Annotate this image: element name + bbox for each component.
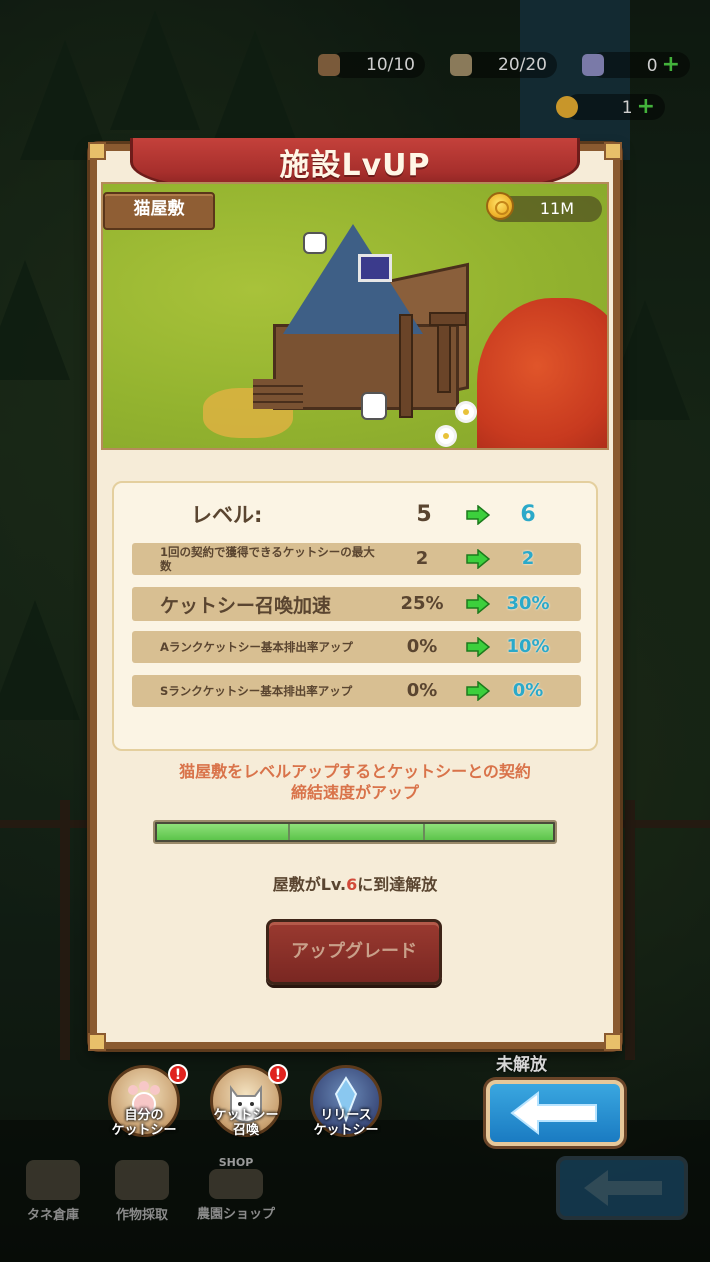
shop-sign: SHOP bbox=[218, 1156, 254, 1169]
left-arrow-icon bbox=[510, 1090, 597, 1136]
frame-corner bbox=[604, 142, 622, 160]
dialog-title: 施設LvUP bbox=[279, 148, 431, 183]
description-line: 猫屋敷をレベルアップするとケットシーとの契約 bbox=[179, 762, 531, 781]
stat-row: 1回の契約で獲得できるケットシーの最大数 2 2 bbox=[132, 543, 581, 575]
requirement-suffix: に到達解放 bbox=[357, 875, 438, 894]
seed-storage-tab[interactable]: タネ倉庫 bbox=[18, 1160, 88, 1223]
wood-value: 10/10 bbox=[366, 55, 415, 75]
scratching-post bbox=[437, 319, 451, 393]
alert-badge: ! bbox=[168, 1064, 188, 1084]
my-caitsith-label: 自分の ケットシー bbox=[111, 1108, 177, 1138]
right-arrow-icon bbox=[466, 681, 490, 701]
cat-sprite bbox=[361, 392, 387, 420]
harvest-hand-icon bbox=[115, 1160, 169, 1200]
house-stairs bbox=[253, 379, 303, 409]
progress-divider bbox=[288, 824, 290, 840]
gem-counter: 0 + bbox=[590, 52, 690, 78]
upgrade-description: 猫屋敷をレベルアップするとケットシーとの契約 締結速度がアップ bbox=[120, 761, 590, 803]
progress-fill bbox=[157, 824, 553, 840]
stat-row: Aランクケットシー基本排出率アップ 0% 10% bbox=[132, 631, 581, 663]
stat-label: Aランクケットシー基本排出率アップ bbox=[160, 640, 353, 654]
shop-icon bbox=[209, 1169, 263, 1199]
cat-sprite bbox=[303, 232, 327, 254]
right-arrow-icon bbox=[466, 637, 490, 657]
release-caitsith-label: リリース ケットシー bbox=[313, 1108, 379, 1138]
seed-storage-label: タネ倉庫 bbox=[26, 1208, 79, 1223]
leaf-icon bbox=[556, 96, 578, 118]
stat-current: 2 bbox=[415, 548, 429, 569]
right-arrow-icon bbox=[466, 505, 490, 525]
leaf-counter: 1 + bbox=[565, 94, 665, 120]
progress-divider bbox=[423, 824, 425, 840]
level-row: レベル: 5 6 bbox=[114, 497, 596, 533]
wood-counter: 10/10 bbox=[330, 52, 425, 78]
stat-next: 10% bbox=[506, 636, 550, 657]
requirement-progress-bar bbox=[153, 820, 557, 844]
gem-icon bbox=[582, 54, 604, 76]
post-platform bbox=[429, 312, 467, 326]
frame-corner bbox=[88, 142, 106, 160]
farm-shop-label: 農園ショップ bbox=[196, 1207, 275, 1222]
stats-panel: レベル: 5 6 1回の契約で獲得できるケットシーの最大数 2 2 ケットシー召… bbox=[112, 481, 598, 751]
summon-caitsith-label: ケットシー 召喚 bbox=[213, 1108, 279, 1138]
leaf-value: 1 bbox=[621, 98, 633, 118]
locked-label: 未解放 bbox=[496, 1055, 547, 1075]
right-arrow-icon bbox=[466, 594, 490, 614]
flower bbox=[438, 428, 454, 444]
stat-row: ケットシー召喚加速 25% 30% bbox=[132, 587, 581, 621]
farm-shop-tab[interactable]: SHOP 農園ショップ bbox=[190, 1156, 282, 1222]
flower bbox=[458, 404, 474, 420]
coin-icon bbox=[486, 192, 514, 220]
requirement-prefix: 屋敷がLv. bbox=[272, 875, 347, 894]
stat-next: 2 bbox=[521, 548, 535, 569]
frame-corner bbox=[88, 1033, 106, 1051]
gem-value: 0 bbox=[646, 56, 658, 76]
unlock-requirement: 屋敷がLv.6に到達解放 bbox=[90, 871, 620, 895]
wood-icon bbox=[318, 54, 340, 76]
stat-next: 0% bbox=[512, 680, 544, 701]
seed-counter: 20/20 bbox=[460, 52, 557, 78]
scratching-post bbox=[399, 314, 413, 418]
left-arrow-icon bbox=[584, 1170, 662, 1206]
facility-levelup-dialog: 施設LvUP 猫屋敷 11M レベル: 5 6 1回の契約で獲得できるケットシー… bbox=[88, 138, 622, 1051]
seed-bag-icon bbox=[450, 54, 472, 76]
add-leaf-button[interactable]: + bbox=[637, 94, 655, 119]
facility-name-plate: 猫屋敷 bbox=[103, 192, 215, 230]
frame-corner bbox=[604, 1033, 622, 1051]
harvest-tab[interactable]: 作物採取 bbox=[106, 1160, 178, 1223]
autumn-tree bbox=[477, 298, 607, 448]
stat-current: 25% bbox=[400, 593, 444, 614]
add-gem-button[interactable]: + bbox=[662, 52, 680, 77]
stat-label: 1回の契約で獲得できるケットシーの最大数 bbox=[160, 545, 375, 573]
seed-storage-icon bbox=[26, 1160, 80, 1200]
stat-current: 0% bbox=[406, 636, 438, 657]
upgrade-button[interactable]: アップグレード bbox=[266, 919, 442, 985]
back-button-inactive bbox=[556, 1156, 688, 1220]
stat-label: ケットシー召喚加速 bbox=[160, 594, 332, 617]
house-window bbox=[358, 254, 392, 282]
harvest-label: 作物採取 bbox=[115, 1208, 168, 1223]
level-current: 5 bbox=[416, 502, 432, 527]
stat-current: 0% bbox=[406, 680, 438, 701]
level-next: 6 bbox=[520, 502, 536, 527]
alert-badge: ! bbox=[268, 1064, 288, 1084]
requirement-level: 6 bbox=[346, 875, 358, 894]
right-arrow-icon bbox=[466, 549, 490, 569]
stat-next: 30% bbox=[506, 593, 550, 614]
stat-row: Sランクケットシー基本排出率アップ 0% 0% bbox=[132, 675, 581, 707]
back-button[interactable] bbox=[486, 1080, 624, 1146]
description-line: 締結速度がアップ bbox=[290, 783, 419, 802]
stat-label: Sランクケットシー基本排出率アップ bbox=[160, 684, 353, 698]
seed-value: 20/20 bbox=[498, 55, 547, 75]
level-label: レベル: bbox=[191, 503, 263, 527]
